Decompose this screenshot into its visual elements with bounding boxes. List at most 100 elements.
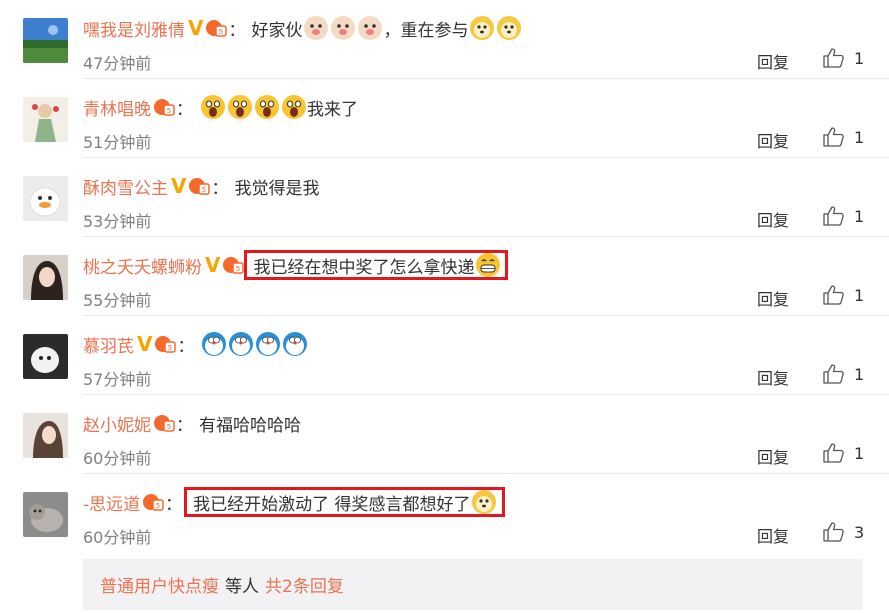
username-link[interactable]: 桃之夭夭螺蛳粉 [83,253,202,278]
comment-item: 慕羽芪 V 5 ： 57分钟前 回复 1 [0,316,889,395]
view-replies-link[interactable]: 共2条回复 [265,572,344,597]
verified-icon: V [188,16,204,40]
username-link[interactable]: 慕羽芪 [83,332,134,357]
comment-time: 53分钟前 [83,212,152,231]
doraemon-emoji [282,331,308,357]
username-link[interactable]: 酥肉雪公主 [83,174,168,199]
username-link[interactable]: 嘿我是刘雅倩 [83,16,185,41]
comment-time: 57分钟前 [83,370,152,389]
thumbs-up-icon [823,206,844,226]
avatar[interactable] [23,492,68,537]
avatar[interactable] [23,18,68,63]
comment-text: 我觉得是我 [234,178,320,199]
avatar[interactable] [23,334,68,379]
verified-icon: V [205,253,221,277]
svg-text:5: 5 [168,344,172,352]
comment-item: 青林唱晚 5 ： 我来了 51分钟前 回复 1 [0,79,889,158]
like-count: 3 [854,522,865,542]
username-link[interactable]: 青林唱晚 [83,95,151,120]
comment-text: 好家伙 [251,20,303,41]
thumbs-up-icon [823,285,844,305]
doraemon-emoji [228,331,254,357]
svg-text:5: 5 [156,502,160,510]
svg-text:5: 5 [167,107,171,115]
like-count: 1 [854,127,865,147]
colon-separator: ： [176,415,193,436]
doraemon-emoji [255,331,281,357]
like-button[interactable]: 1 [823,48,864,68]
like-button[interactable]: 3 [823,522,864,542]
shocked-emoji [227,94,253,120]
like-button[interactable]: 1 [823,443,864,463]
shocked-emoji [200,94,226,120]
colon-separator: ： [211,178,229,199]
thumbs-up-icon [823,48,844,68]
colon-separator: ： [228,20,246,41]
verified-icon: V [171,174,187,198]
like-count: 1 [854,443,865,463]
comment-time: 47分钟前 [83,54,152,73]
like-count: 1 [854,364,865,384]
comment-item: 嘿我是刘雅倩 V 5 ： 好家伙 ，重在参与 47分钟前 回复 1 [0,0,889,79]
avatar[interactable] [23,413,68,458]
like-count: 1 [854,285,865,305]
reply-user-link[interactable]: 普通用户快点瘦 [100,572,219,597]
comment-time: 60分钟前 [83,528,152,547]
doge-emoji [471,489,497,515]
svg-text:5: 5 [219,28,223,36]
fan-medal-icon: 5 [188,176,211,196]
colon-separator: ： [176,99,193,120]
sub-replies-bar: 普通用户快点瘦 等人 共2条回复 [83,559,863,610]
avatar[interactable] [23,255,68,300]
svg-text:5: 5 [202,186,206,194]
thumbs-up-icon [823,443,844,463]
avatar[interactable] [23,176,68,221]
comment-time: 51分钟前 [83,133,152,152]
thumbs-up-icon [823,364,844,384]
reply-button[interactable]: 回复 [757,365,789,389]
like-button[interactable]: 1 [823,206,864,226]
like-button[interactable]: 1 [823,285,864,305]
comment-item: 桃之夭夭螺蛳粉 V 5 我已经在想中奖了怎么拿快递 55分钟前 回复 1 [0,237,889,316]
reply-button[interactable]: 回复 [757,444,789,468]
thumbs-up-icon [823,127,844,147]
colon-separator: ： [177,336,195,357]
comment-item: 酥肉雪公主 V 5 ： 我觉得是我 53分钟前 回复 1 [0,158,889,237]
username-link[interactable]: -思远道 [83,490,140,515]
comment-text: 我来了 [307,99,358,120]
reply-button[interactable]: 回复 [757,523,789,547]
fan-medal-icon: 5 [142,492,164,512]
reply-button[interactable]: 回复 [757,286,789,310]
svg-text:5: 5 [167,423,171,431]
comment-text: 我已经开始激动了 得奖感言都想好了 [193,494,471,515]
highlight-box: 我已经开始激动了 得奖感言都想好了 [184,487,505,517]
like-button[interactable]: 1 [823,364,864,384]
reply-button[interactable]: 回复 [757,49,789,73]
comment-item: -思远道 5 ： 我已经开始激动了 得奖感言都想好了 60分钟前 回复 3 [0,474,889,553]
like-count: 1 [854,206,865,226]
like-count: 1 [854,48,865,68]
avatar[interactable] [23,97,68,142]
comment-time: 55分钟前 [83,291,152,310]
svg-text:5: 5 [236,265,240,273]
doraemon-emoji [201,331,227,357]
username-link[interactable]: 赵小妮妮 [83,411,151,436]
fan-medal-icon: 5 [153,97,175,117]
doge-emoji [496,15,522,41]
comment-text-after: ，重在参与 [383,20,469,41]
comment-list: 嘿我是刘雅倩 V 5 ： 好家伙 ，重在参与 47分钟前 回复 1 青林唱晚 5… [0,0,889,553]
grin-emoji [475,252,501,278]
comment-text: 我已经在想中奖了怎么拿快递 [253,257,475,278]
highlight-box: 我已经在想中奖了怎么拿快递 [244,250,509,280]
reply-button[interactable]: 回复 [757,128,789,152]
dog-face-emoji [303,15,329,41]
fan-medal-icon: 5 [222,255,245,275]
shocked-emoji [254,94,280,120]
dog-face-emoji [330,15,356,41]
fan-medal-icon: 5 [205,18,228,38]
dog-face-emoji [357,15,383,41]
comment-text: 有福哈哈哈哈 [199,415,301,436]
reply-button[interactable]: 回复 [757,207,789,231]
fan-medal-icon: 5 [153,413,175,433]
like-button[interactable]: 1 [823,127,864,147]
